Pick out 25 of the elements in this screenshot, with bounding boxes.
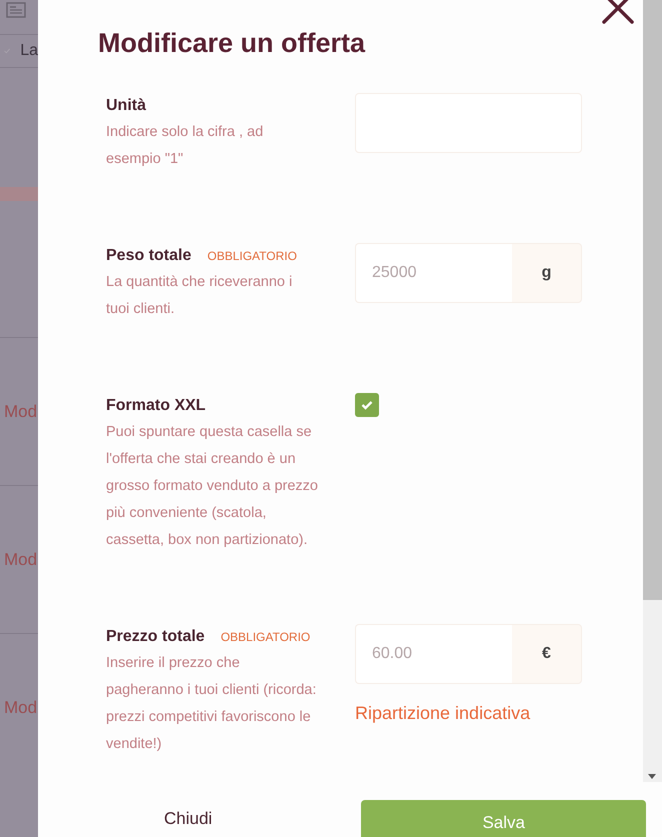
list-item-text: Mod bbox=[3, 402, 38, 422]
field-description: Inserire il prezzo che pagheranno i tuoi clienti (ricorda: prezzi competitivi favoriscono le vendite!) bbox=[106, 654, 318, 754]
list-item-text: Mod bbox=[3, 698, 38, 718]
checkbox[interactable] bbox=[355, 393, 379, 417]
close-button[interactable]: Chiudi bbox=[164, 800, 212, 837]
highlight-bar bbox=[0, 187, 38, 201]
field-label: Prezzo totale bbox=[106, 627, 205, 647]
scrollbar[interactable] bbox=[643, 0, 662, 782]
newspaper-icon bbox=[6, 2, 26, 18]
check-icon bbox=[361, 400, 373, 410]
scroll-down-arrow-icon[interactable] bbox=[648, 774, 656, 779]
list-item-text: Mod bbox=[3, 550, 38, 570]
save-button[interactable]: Salva bbox=[361, 800, 646, 837]
field-description: Puoi spuntare questa casella se l'offerta che stai creando è un grosso formato venduto a prezzo più conveniente (scatola, cassetta, box non partizionato). bbox=[106, 423, 318, 550]
close-icon[interactable] bbox=[601, 0, 635, 26]
field-label: Peso totale bbox=[106, 246, 192, 266]
tab-label[interactable]: La bbox=[20, 42, 38, 60]
dialog-title: Modificare un offerta bbox=[98, 28, 366, 59]
required-label: OBBLIGATORIO bbox=[220, 630, 310, 644]
field-label: Formato XXL bbox=[106, 396, 206, 416]
required-label: OBBLIGATORIO bbox=[207, 249, 297, 263]
field-description: Indicare solo la cifra , ad esempio "1" bbox=[106, 123, 264, 169]
link[interactable]: Ripartizione indicativa bbox=[355, 703, 582, 724]
field-label: Unità bbox=[106, 96, 146, 116]
field-description: La quantità che riceveranno i tuoi clienti. bbox=[106, 273, 294, 319]
